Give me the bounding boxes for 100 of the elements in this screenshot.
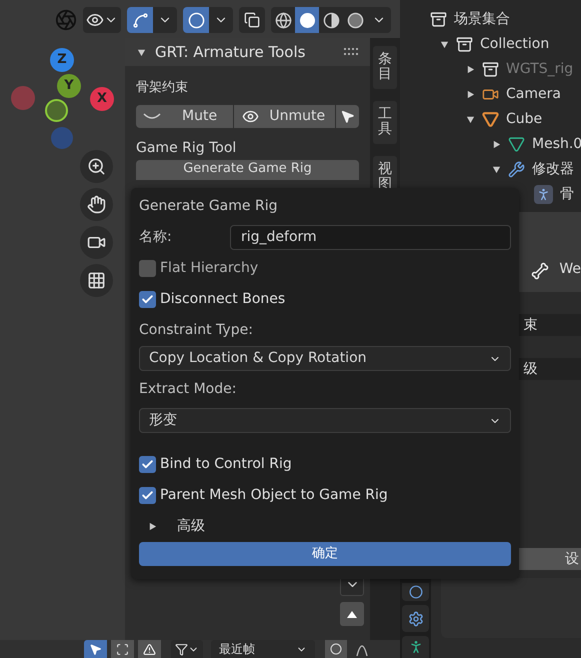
overlap-squares-icon: [244, 12, 260, 28]
expand-arrow-icon[interactable]: [148, 522, 157, 531]
properties-tab[interactable]: [402, 583, 430, 601]
half-sphere-icon: [322, 12, 340, 28]
select-button[interactable]: [336, 105, 359, 128]
xray-button[interactable]: [239, 7, 265, 33]
box-icon: [482, 61, 499, 78]
up-triangle-icon: [347, 610, 357, 618]
curve-icon: [142, 112, 162, 120]
cursor-icon: [340, 109, 355, 124]
outliner-item[interactable]: Collection: [480, 34, 550, 55]
checkbox-label[interactable]: Flat Hierarchy: [160, 258, 258, 279]
axis-handle[interactable]: [51, 127, 73, 149]
axis-handle[interactable]: X: [90, 87, 114, 111]
bone-name: We: [559, 260, 581, 279]
overlay-toggle[interactable]: [183, 7, 209, 33]
collapse-arrow-icon[interactable]: [466, 115, 475, 124]
outliner-item[interactable]: 修改器: [532, 159, 574, 180]
outliner-item[interactable]: Cube: [506, 109, 542, 130]
cursor-icon: [89, 642, 102, 656]
visibility-dropdown[interactable]: [83, 7, 121, 33]
triangle-icon: [508, 136, 525, 153]
checkbox-label[interactable]: Disconnect Bones: [160, 289, 286, 310]
check-icon: [141, 458, 154, 471]
record-button[interactable]: [325, 640, 347, 658]
warning-icon: [143, 642, 156, 656]
collapse-arrow-icon[interactable]: [492, 165, 501, 174]
name-field[interactable]: rig_deform: [230, 225, 511, 250]
check-icon: [141, 293, 154, 306]
axis-handle[interactable]: Y: [57, 74, 81, 98]
unmute-button[interactable]: Unmute: [234, 105, 335, 128]
pan-button[interactable]: [80, 188, 113, 221]
warning-button[interactable]: [138, 640, 161, 658]
panel-title: GRT: Armature Tools: [155, 42, 306, 63]
shaded-sphere-icon: [346, 12, 364, 28]
ok-button[interactable]: 确定: [139, 542, 511, 566]
mute-button[interactable]: Mute: [136, 105, 234, 128]
box-select-button[interactable]: [111, 640, 134, 658]
outliner-item[interactable]: 场景集合: [454, 9, 510, 30]
circle-icon: [330, 643, 342, 655]
grid-icon: [87, 271, 106, 290]
properties-tab[interactable]: [402, 636, 430, 658]
triangle-icon: [482, 111, 499, 128]
checkbox[interactable]: [139, 291, 156, 308]
field-text: 级: [523, 360, 538, 378]
circle-icon: [408, 585, 423, 599]
field-label: Constraint Type:: [139, 321, 254, 340]
hand-icon: [87, 195, 106, 214]
outliner-item[interactable]: Camera: [506, 84, 561, 105]
axis-handle[interactable]: [45, 99, 68, 122]
generate-button[interactable]: Generate Game Rig: [136, 160, 359, 180]
figure-icon: [534, 185, 553, 204]
gizmo-toggle[interactable]: [127, 7, 153, 33]
extract-dropdown[interactable]: 形变: [139, 408, 511, 433]
sidebar-tab[interactable]: 条目: [373, 46, 397, 89]
axis-handle[interactable]: Z: [50, 48, 74, 72]
collapse-arrow-icon[interactable]: [137, 48, 146, 56]
zoom-button[interactable]: [80, 150, 113, 183]
outliner-item[interactable]: Mesh.0: [532, 134, 581, 155]
properties-tab[interactable]: [402, 605, 430, 632]
select-tool-button[interactable]: [84, 640, 107, 658]
sidebar-tab[interactable]: 工具: [373, 100, 397, 144]
expand-arrow-icon[interactable]: [492, 140, 501, 149]
advanced-toggle[interactable]: 高级: [177, 516, 205, 537]
gear-icon: [408, 610, 424, 626]
perspective-button[interactable]: [80, 264, 113, 297]
dialog-title: Generate Game Rig: [139, 197, 278, 216]
checkbox[interactable]: [139, 456, 156, 473]
outliner-item[interactable]: 骨: [560, 184, 574, 205]
checkbox[interactable]: [139, 260, 156, 277]
collapse-arrow-icon[interactable]: [440, 40, 449, 49]
dashed-box-icon: [116, 642, 129, 656]
section-label: 骨架约束: [136, 79, 189, 97]
grip-icon[interactable]: [344, 48, 358, 56]
checkbox-label[interactable]: Bind to Control Rig: [160, 454, 292, 475]
wireframe-sphere-icon: [274, 12, 292, 28]
constraint-dropdown[interactable]: Copy Location & Copy Rotation: [139, 346, 511, 371]
eye-icon: [86, 11, 104, 29]
box-icon: [430, 11, 447, 28]
checkbox-label[interactable]: Parent Mesh Object to Game Rig: [160, 485, 388, 506]
axis-handle[interactable]: [11, 86, 35, 110]
filter-dropdown[interactable]: [171, 640, 203, 658]
section-label: Game Rig Tool: [136, 139, 238, 158]
box-icon: [456, 36, 473, 53]
shading-button[interactable]: [295, 7, 319, 33]
expand-arrow-icon[interactable]: [466, 90, 475, 99]
field-label: 名称:: [139, 228, 173, 247]
camera-view-button[interactable]: [80, 226, 113, 259]
wrench-icon: [508, 161, 525, 178]
check-icon: [141, 489, 154, 502]
eye-icon: [242, 108, 260, 125]
scroll-up-button[interactable]: [340, 602, 364, 626]
filter-icon: [175, 642, 188, 656]
panel-header[interactable]: GRT: Armature Tools: [125, 38, 370, 66]
zoom-icon: [87, 157, 106, 176]
frame-dropdown[interactable]: 最近帧: [211, 640, 315, 658]
field-text: 束: [523, 316, 538, 334]
checkbox[interactable]: [139, 487, 156, 504]
bone-icon: [531, 262, 550, 280]
field-label: Extract Mode:: [139, 380, 238, 399]
